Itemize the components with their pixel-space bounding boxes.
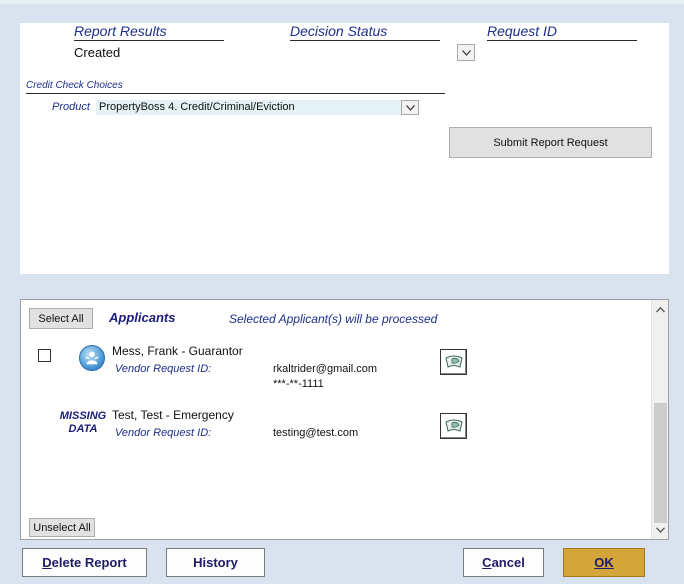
unselect-all-button[interactable]: Unselect All [29, 518, 95, 537]
decision-status-dropdown[interactable] [457, 44, 475, 61]
person-icon [79, 345, 105, 371]
select-all-button[interactable]: Select All [29, 308, 93, 329]
chevron-down-icon [461, 49, 471, 56]
delete-report-button[interactable]: Delete Report [22, 548, 147, 577]
history-button[interactable]: History [166, 548, 265, 577]
report-panel: Report Results Decision Status Request I… [20, 23, 669, 274]
product-label: Product [52, 101, 90, 113]
chevron-down-icon [656, 526, 665, 533]
missing-data-label: MISSING DATA [59, 410, 107, 435]
scroll-up-button[interactable] [652, 301, 669, 318]
document-icon[interactable] [440, 413, 467, 439]
applicant-checkbox[interactable] [38, 349, 51, 362]
credit-check-choices-label: Credit Check Choices [26, 80, 445, 94]
selected-applicants-note: Selected Applicant(s) will be processed [229, 312, 438, 326]
applicant-email: testing@test.com [273, 427, 359, 439]
applicant-email: rkaltrider@gmail.com [273, 363, 378, 375]
scroll-thumb[interactable] [654, 403, 667, 523]
applicant-name: Mess, Frank - Guarantor [112, 344, 243, 358]
decision-status-header: Decision Status [290, 23, 440, 41]
report-results-value: Created [74, 45, 121, 60]
chevron-up-icon [656, 306, 665, 312]
chevron-down-icon [405, 104, 415, 111]
document-icon[interactable] [440, 349, 467, 375]
applicants-scrollbar[interactable] [651, 300, 668, 539]
request-id-header: Request ID [487, 23, 637, 41]
submit-report-request-button[interactable]: Submit Report Request [449, 127, 652, 158]
vendor-request-id-label: Vendor Request ID: [115, 427, 212, 439]
top-strip [0, 0, 684, 4]
scroll-down-button[interactable] [652, 521, 669, 538]
cancel-button[interactable]: Cancel [463, 548, 544, 577]
applicant-name: Test, Test - Emergency [112, 408, 234, 422]
product-dropdown-button[interactable] [401, 100, 419, 115]
report-results-header: Report Results [74, 23, 224, 41]
applicants-panel: Select All Applicants Selected Applicant… [20, 299, 669, 540]
product-select[interactable]: PropertyBoss 4. Credit/Criminal/Eviction [96, 100, 402, 115]
ok-button[interactable]: OK [563, 548, 645, 577]
vendor-request-id-label: Vendor Request ID: [115, 363, 212, 375]
applicants-title: Applicants [109, 310, 176, 325]
applicant-ssn: ***-**-1111 [273, 378, 324, 390]
